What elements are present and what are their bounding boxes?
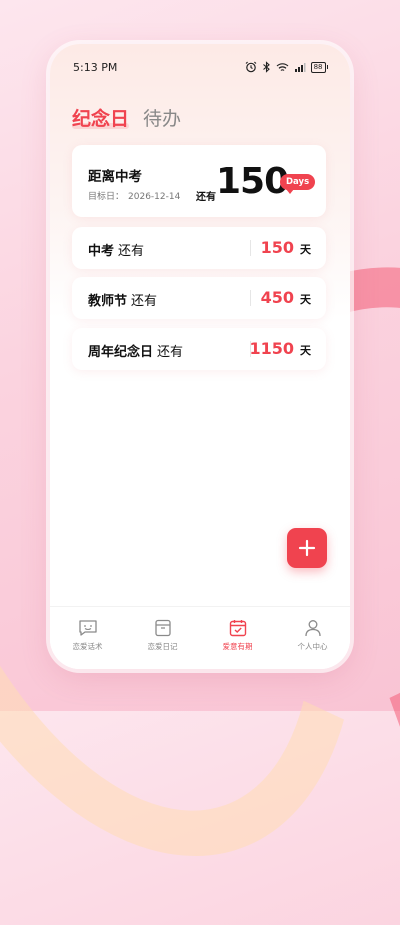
countdown-hero-card[interactable]: 距离中考 目标日： 2026-12-14 还有 150 Days — [72, 145, 326, 217]
person-icon — [304, 620, 321, 637]
target-date-label: 目标日： — [88, 192, 125, 202]
add-event-button[interactable] — [287, 528, 327, 568]
bottom-nav: 恋爱话术 恋爱日记 爱意有期 个人中心 — [50, 606, 350, 669]
nav-item-love-period[interactable]: 爱意有期 — [200, 607, 275, 669]
list-item[interactable]: 周年纪念日 还有 1150 天 — [72, 328, 326, 370]
alarm-icon — [245, 61, 256, 73]
countdown-days-number: 150 — [216, 161, 289, 202]
event-title: 中考 — [88, 244, 115, 259]
nav-item-love-talk[interactable]: 恋爱话术 — [50, 607, 125, 669]
nav-item-love-diary[interactable]: 恋爱日记 — [125, 607, 200, 669]
top-tabs: 纪念日 待办 — [72, 104, 181, 131]
event-title: 教师节 — [88, 294, 128, 309]
countdown-title: 距离中考 — [88, 169, 142, 185]
bluetooth-icon — [262, 61, 270, 73]
phone-frame: 5:13 PM 88 纪念日 待办 距离中考 目标日： 2026-12-14 还… — [50, 44, 350, 669]
event-name: 周年纪念日 还有 — [88, 341, 183, 360]
nav-label: 恋爱话术 — [72, 642, 103, 651]
event-name: 中考 还有 — [88, 240, 144, 259]
event-days-unit: 天 — [300, 243, 311, 256]
list-item[interactable]: 教师节 还有 450 天 — [72, 277, 326, 319]
plus-icon — [298, 539, 316, 557]
nav-item-profile[interactable]: 个人中心 — [275, 607, 350, 669]
chat-smile-icon — [78, 620, 97, 636]
status-icons: 88 — [245, 61, 328, 73]
event-days-value: 150 — [260, 238, 294, 257]
list-item[interactable]: 中考 还有 150 天 — [72, 227, 326, 269]
wifi-icon — [276, 62, 288, 71]
status-time: 5:13 PM — [73, 60, 118, 74]
event-suffix: 还有 — [131, 294, 158, 309]
nav-label: 爱意有期 — [222, 642, 253, 651]
status-bar: 5:13 PM 88 — [50, 56, 350, 78]
nav-label: 恋爱日记 — [147, 642, 178, 651]
event-days-value: 1150 — [249, 339, 294, 358]
event-suffix: 还有 — [157, 345, 184, 360]
battery-level: 88 — [310, 61, 326, 73]
event-title: 周年纪念日 — [88, 345, 154, 360]
divider — [250, 290, 251, 306]
signal-icon — [294, 62, 306, 72]
divider — [250, 240, 251, 256]
event-suffix: 还有 — [118, 244, 145, 259]
diary-box-icon — [154, 619, 171, 637]
days-badge: Days — [280, 174, 316, 194]
tab-todo[interactable]: 待办 — [143, 104, 181, 131]
event-days-unit: 天 — [300, 344, 311, 357]
countdown-prefix: 还有 — [196, 192, 216, 203]
event-name: 教师节 还有 — [88, 290, 157, 309]
target-date-value: 2026-12-14 — [128, 192, 181, 202]
calendar-check-icon — [229, 620, 246, 637]
battery-icon: 88 — [310, 61, 328, 73]
tab-anniversary[interactable]: 纪念日 — [72, 104, 130, 131]
event-days-value: 450 — [260, 288, 294, 307]
app-screen: 5:13 PM 88 纪念日 待办 距离中考 目标日： 2026-12-14 还… — [50, 44, 350, 669]
target-date-line: 目标日： 2026-12-14 — [88, 189, 180, 202]
event-days-unit: 天 — [300, 293, 311, 306]
nav-label: 个人中心 — [297, 642, 328, 651]
